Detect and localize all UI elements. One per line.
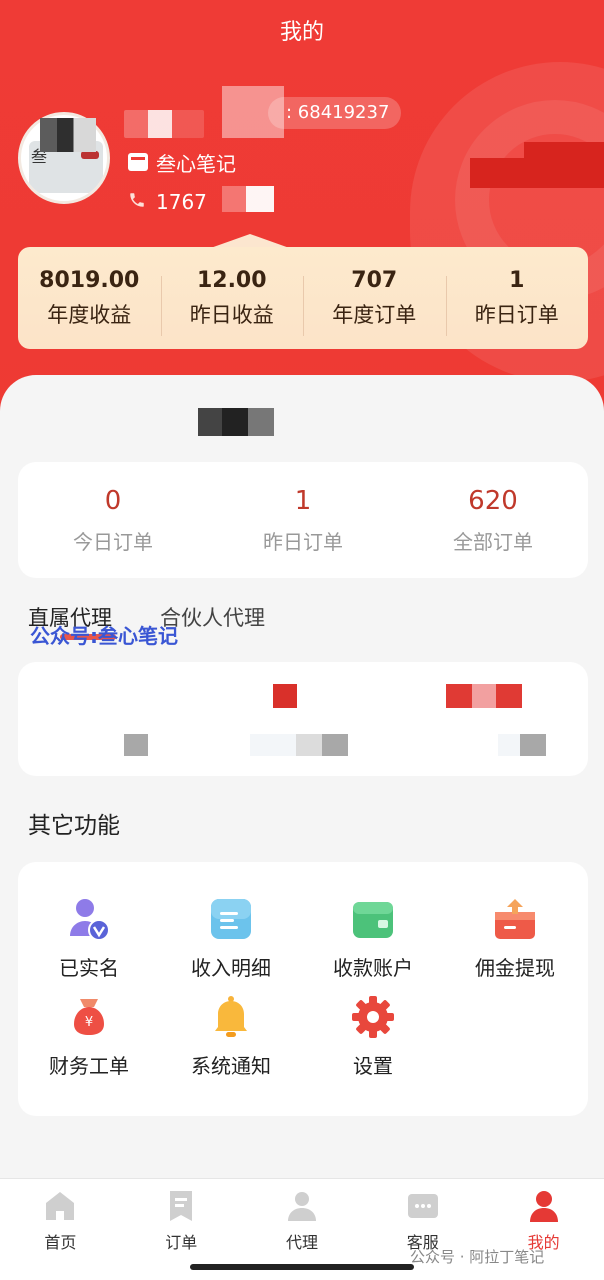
shop-icon bbox=[128, 153, 148, 171]
phone-number: 1767 bbox=[156, 190, 207, 214]
earnings-stats-card: 8019.00 年度收益 12.00 昨日收益 707 年度订单 1 昨日订单 bbox=[18, 247, 588, 349]
orders-yesterday[interactable]: 1 昨日订单 bbox=[208, 462, 398, 578]
home-icon bbox=[43, 1189, 77, 1223]
func-settings[interactable]: 设置 bbox=[302, 994, 444, 1079]
func-label: 收款账户 bbox=[333, 956, 413, 980]
order-label: 今日订单 bbox=[73, 530, 153, 554]
stat-value: 707 bbox=[351, 267, 398, 293]
user-id-pill[interactable]: : 68419237 bbox=[268, 97, 402, 129]
stat-annual-orders[interactable]: 707 年度订单 bbox=[303, 267, 446, 336]
redaction-bar bbox=[470, 158, 604, 188]
order-count: 0 bbox=[104, 486, 122, 516]
stat-value: 8019.00 bbox=[39, 267, 140, 293]
phone-row: 1767 bbox=[128, 188, 207, 216]
watermark-text: 公众号:叁心笔记 bbox=[30, 624, 178, 648]
stat-value: 12.00 bbox=[196, 267, 267, 293]
func-label: 收入明细 bbox=[191, 956, 271, 980]
stat-annual-income[interactable]: 8019.00 年度收益 bbox=[18, 268, 161, 329]
home-indicator[interactable] bbox=[190, 1264, 414, 1270]
redacted-value bbox=[273, 684, 297, 708]
nav-label: 首页 bbox=[44, 1233, 77, 1252]
order-label: 全部订单 bbox=[453, 530, 533, 554]
order-count: 1 bbox=[294, 486, 312, 516]
func-income-detail[interactable]: 收入明细 bbox=[160, 896, 302, 981]
stat-label: 昨日订单 bbox=[474, 302, 559, 327]
stat-label: 年度订单 bbox=[332, 302, 417, 327]
profile-header: 我的 叁 : 68419237 叁心笔记 1767 bbox=[0, 0, 604, 430]
func-label: 财务工单 bbox=[49, 1054, 129, 1078]
profile-icon bbox=[527, 1189, 561, 1223]
redacted-label bbox=[124, 734, 148, 756]
func-verified[interactable]: 已实名 bbox=[18, 896, 160, 981]
func-label: 佣金提现 bbox=[475, 956, 555, 980]
svg-text:¥: ¥ bbox=[85, 1015, 93, 1030]
agent-stats-card bbox=[18, 662, 588, 776]
withdraw-box-icon bbox=[492, 896, 538, 942]
orders-today[interactable]: 0 今日订单 bbox=[18, 462, 208, 578]
gear-icon bbox=[350, 994, 396, 1040]
wallet-icon bbox=[350, 896, 396, 942]
avatar-mosaic bbox=[40, 118, 96, 152]
func-label: 已实名 bbox=[59, 956, 119, 980]
func-label: 系统通知 bbox=[191, 1054, 271, 1078]
income-detail-icon bbox=[208, 896, 254, 942]
stat-value: 1 bbox=[509, 267, 525, 293]
footer-watermark: 公众号 · 阿拉丁笔记 bbox=[410, 1248, 545, 1266]
user-id-mosaic bbox=[222, 86, 284, 138]
orders-summary-card: 0 今日订单 1 昨日订单 620 全部订单 bbox=[18, 462, 588, 578]
nav-label: 代理 bbox=[285, 1233, 318, 1252]
agent-icon bbox=[285, 1189, 319, 1223]
stat-yesterday-orders[interactable]: 1 昨日订单 bbox=[445, 267, 589, 336]
section-mosaic bbox=[198, 408, 274, 436]
avatar-seal bbox=[81, 151, 99, 159]
phone-mosaic bbox=[222, 186, 274, 212]
money-bag-icon: ¥ bbox=[66, 994, 112, 1040]
func-withdraw[interactable]: 佣金提现 bbox=[444, 896, 586, 981]
redacted-value bbox=[446, 684, 522, 708]
stat-label: 年度收益 bbox=[47, 302, 132, 327]
service-icon bbox=[406, 1189, 440, 1223]
username-mosaic bbox=[124, 110, 204, 138]
redacted-label bbox=[250, 734, 348, 756]
shop-name: 叁心笔记 bbox=[156, 151, 236, 176]
stat-label: 昨日收益 bbox=[189, 302, 274, 327]
bell-icon bbox=[208, 994, 254, 1040]
stat-yesterday-income[interactable]: 12.00 昨日收益 bbox=[160, 267, 304, 336]
func-system-notice[interactable]: 系统通知 bbox=[160, 994, 302, 1079]
func-label: 设置 bbox=[353, 1054, 393, 1078]
shop-name-row: 叁心笔记 bbox=[128, 148, 236, 176]
verified-user-icon bbox=[66, 896, 112, 942]
func-finance-ticket[interactable]: ¥ 财务工单 bbox=[18, 994, 160, 1079]
functions-card: 已实名 收入明细 收款账户 佣金提现 ¥ 财务工单 系统通知 设置 bbox=[18, 862, 588, 1116]
section-title-other: 其它功能 bbox=[28, 813, 120, 839]
page-title: 我的 bbox=[279, 20, 324, 45]
func-payment-account[interactable]: 收款账户 bbox=[302, 896, 444, 981]
order-count: 620 bbox=[468, 486, 518, 516]
orders-all[interactable]: 620 全部订单 bbox=[398, 462, 588, 578]
order-icon bbox=[164, 1189, 198, 1223]
nav-home[interactable]: 首页 bbox=[0, 1179, 121, 1280]
phone-icon bbox=[128, 191, 148, 214]
nav-label: 订单 bbox=[165, 1233, 198, 1252]
order-label: 昨日订单 bbox=[263, 530, 343, 554]
redacted-label bbox=[498, 734, 546, 756]
